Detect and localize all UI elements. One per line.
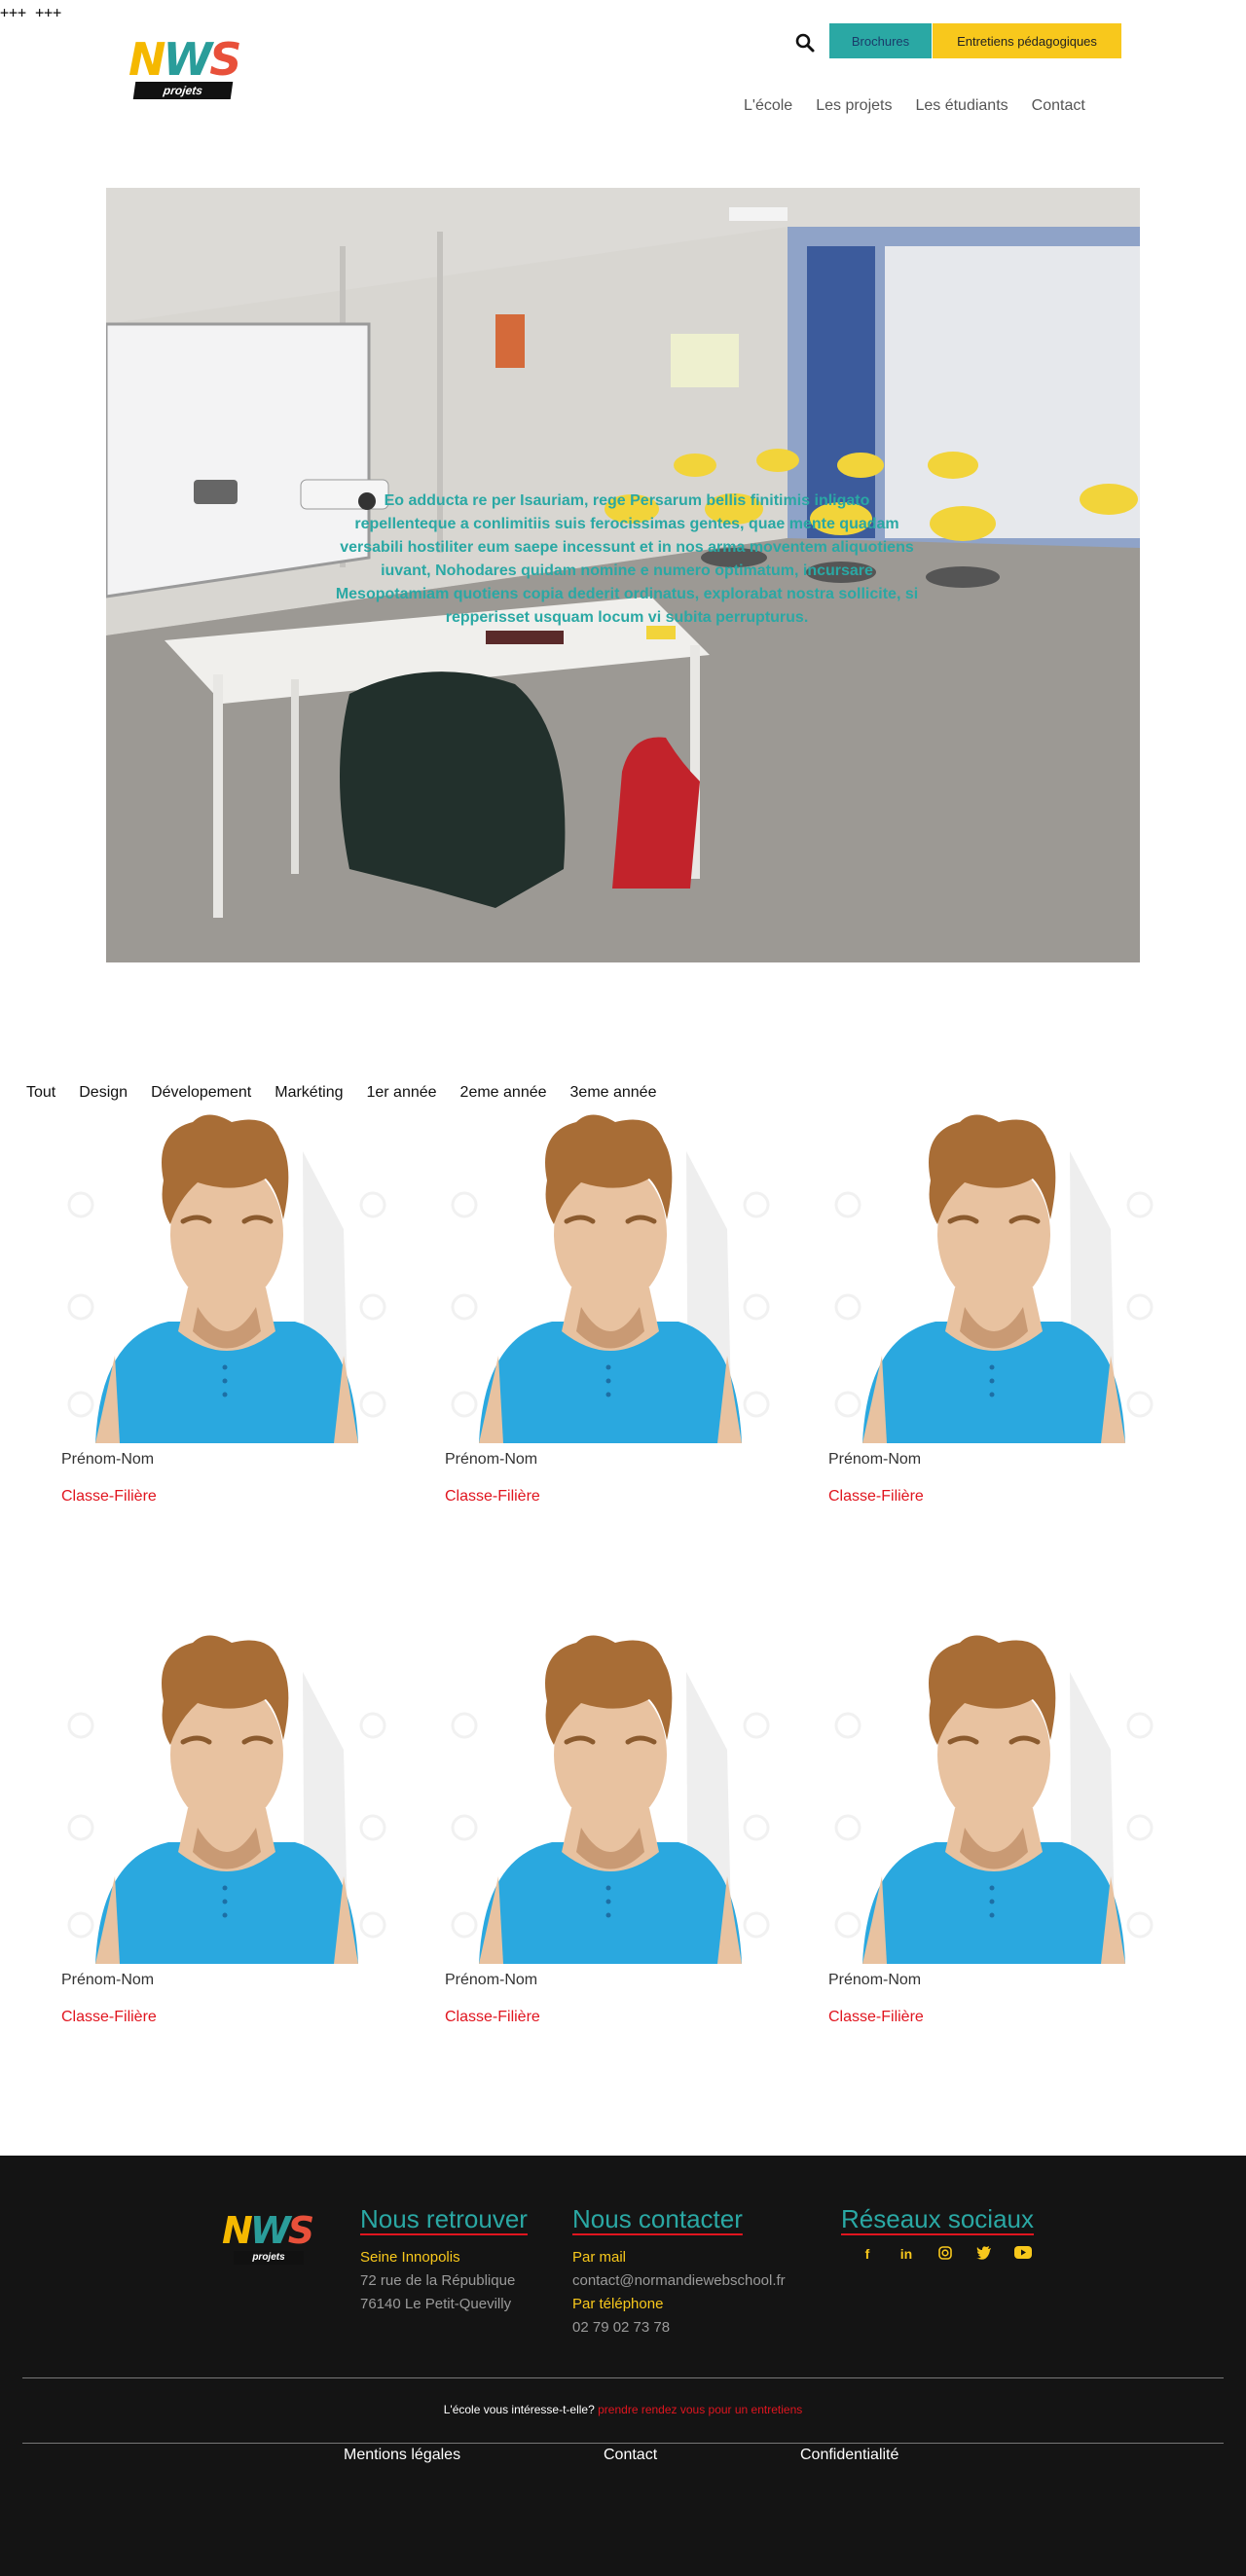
logo-letters: NWS — [128, 33, 241, 86]
footer-logo-tagline: projets — [234, 2251, 304, 2265]
retrouver-title: Nous retrouver — [360, 2204, 528, 2233]
footer-contacter: Nous contacter Par mail contact@normandi… — [572, 2204, 786, 2340]
footer-logo-letters: NWS — [222, 2209, 314, 2252]
filter-design[interactable]: Design — [79, 1084, 128, 1102]
student-classe: Classe-Filière — [445, 1488, 540, 1505]
student-classe: Classe-Filière — [61, 2009, 157, 2025]
mentions-legales-link[interactable]: Mentions légales — [344, 2447, 460, 2464]
filter-3eme-annee[interactable]: 3eme année — [570, 1084, 657, 1102]
student-card[interactable]: Prénom-Nom Classe-Filière — [445, 1633, 786, 2026]
main-nav: L'école Les projets Les étudiants Contac… — [744, 97, 1085, 115]
student-avatar — [828, 1633, 1169, 1964]
nav-etudiants[interactable]: Les étudiants — [915, 97, 1008, 115]
nws-logo[interactable]: NWS projets — [128, 33, 241, 101]
student-name: Prénom-Nom — [61, 1451, 155, 1468]
nav-ecole[interactable]: L'école — [744, 97, 792, 115]
mail-label: Par mail — [572, 2249, 627, 2266]
student-classe: Classe-Filière — [61, 1488, 157, 1505]
student-avatar — [61, 1633, 402, 1964]
brochures-button[interactable]: Brochures — [829, 23, 932, 58]
filter-developement[interactable]: Dévelopement — [151, 1084, 251, 1102]
retrouver-address-1: 72 rue de la République — [360, 2272, 516, 2289]
student-avatar — [828, 1112, 1169, 1443]
instagram-icon[interactable] — [936, 2246, 954, 2263]
student-card[interactable]: Prénom-Nom Classe-Filière — [445, 1112, 786, 1506]
student-name: Prénom-Nom — [61, 1972, 155, 1988]
footer-divider-bottom — [22, 2443, 1224, 2444]
entretiens-button[interactable]: Entretiens pédagogiques — [933, 23, 1121, 58]
student-avatar — [61, 1112, 402, 1443]
student-name: Prénom-Nom — [445, 1451, 538, 1468]
mail-link[interactable]: contact@normandiewebschool.fr — [572, 2269, 786, 2293]
reseaux-title: Réseaux sociaux — [841, 2204, 1034, 2233]
student-name: Prénom-Nom — [828, 1972, 922, 1988]
facebook-icon[interactable]: f — [859, 2246, 876, 2263]
footer-contact-link[interactable]: Contact — [604, 2447, 657, 2464]
search-icon[interactable] — [794, 32, 816, 54]
footer-logo[interactable]: NWS projets — [222, 2212, 315, 2267]
site-footer: NWS projets Nous retrouver Seine Innopol… — [0, 2156, 1246, 2576]
student-name: Prénom-Nom — [828, 1451, 922, 1468]
linkedin-icon[interactable]: in — [898, 2246, 915, 2263]
filter-tout[interactable]: Tout — [26, 1084, 55, 1102]
confidentialite-link[interactable]: Confidentialité — [800, 2447, 898, 2464]
student-avatar — [445, 1112, 786, 1443]
student-avatar — [445, 1633, 786, 1964]
logo-tagline: projets — [132, 82, 234, 99]
twitter-icon[interactable] — [975, 2246, 993, 2263]
student-card[interactable]: Prénom-Nom Classe-Filière — [828, 1633, 1169, 2026]
student-card[interactable]: Prénom-Nom Classe-Filière — [61, 1633, 402, 2026]
student-classe: Classe-Filière — [445, 2009, 540, 2025]
page-marker: +++ +++ — [0, 4, 62, 21]
cta-link[interactable]: prendre rendez vous pour un entretiens — [598, 2403, 802, 2416]
footer-divider-top — [22, 2377, 1224, 2378]
filter-2eme-annee[interactable]: 2eme année — [460, 1084, 547, 1102]
student-card[interactable]: Prénom-Nom Classe-Filière — [61, 1112, 402, 1506]
filter-marketing[interactable]: Markéting — [275, 1084, 343, 1102]
retrouver-address-2: 76140 Le Petit-Quevilly — [360, 2296, 512, 2312]
retrouver-place: Seine Innopolis — [360, 2249, 460, 2266]
filter-1er-annee[interactable]: 1er année — [366, 1084, 436, 1102]
contacter-title: Nous contacter — [572, 2204, 743, 2233]
hero-banner: Eo adducta re per Isauriam, rege Persaru… — [106, 188, 1140, 962]
student-classe: Classe-Filière — [828, 1488, 924, 1505]
footer-reseaux: Réseaux sociaux f in — [841, 2204, 1034, 2263]
cta-text: L'école vous intéresse-t-elle? — [443, 2403, 595, 2416]
student-name: Prénom-Nom — [445, 1972, 538, 1988]
youtube-icon[interactable] — [1014, 2246, 1032, 2263]
phone-number[interactable]: 02 79 02 73 78 — [572, 2316, 786, 2340]
nav-contact[interactable]: Contact — [1032, 97, 1085, 115]
phone-label: Par téléphone — [572, 2296, 664, 2312]
filter-bar: Tout Design Dévelopement Markéting 1er a… — [26, 1084, 656, 1102]
footer-cta: L'école vous intéresse-t-elle? prendre r… — [0, 2403, 1246, 2416]
student-card[interactable]: Prénom-Nom Classe-Filière — [828, 1112, 1169, 1506]
student-classe: Classe-Filière — [828, 2009, 924, 2025]
hero-text: Eo adducta re per Isauriam, rege Persaru… — [335, 492, 919, 626]
nav-projets[interactable]: Les projets — [816, 97, 892, 115]
footer-retrouver: Nous retrouver Seine Innopolis 72 rue de… — [360, 2204, 528, 2316]
